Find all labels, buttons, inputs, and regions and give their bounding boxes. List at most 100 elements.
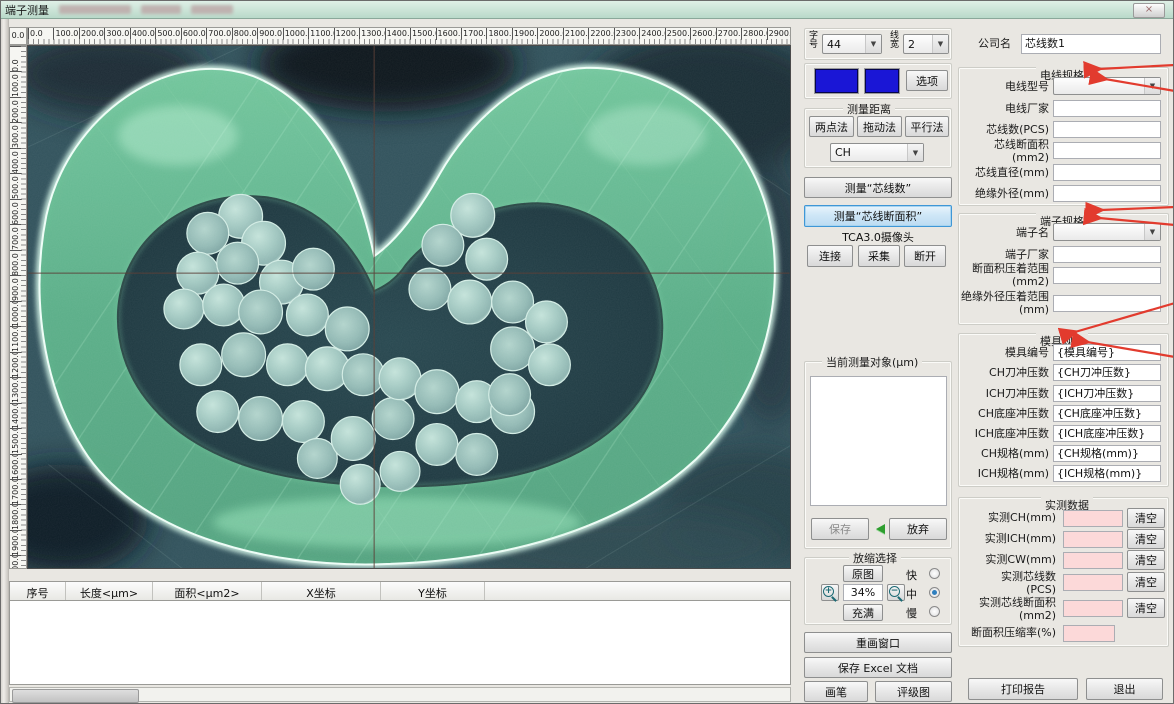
col-area[interactable]: 面积<μm2>	[153, 582, 262, 600]
measure-core-area-button[interactable]: 测量“芯线断面积”	[804, 205, 952, 227]
redacted-text	[59, 5, 131, 14]
terminal-maker-input[interactable]	[1053, 246, 1161, 263]
close-button[interactable]: ×	[1133, 3, 1165, 18]
color-swatch-2[interactable]	[865, 69, 899, 93]
h-ruler: 0.0 100.0 200.0 300.0 400.0 500.0 600.0 700.0 80…	[27, 27, 791, 45]
font-size-value: 44	[827, 37, 841, 51]
wire-maker-input[interactable]	[1053, 100, 1161, 117]
original-size-button[interactable]: 原图	[843, 565, 883, 582]
speed-slow-label: 慢	[906, 607, 917, 620]
pen-button[interactable]: 画笔	[804, 681, 868, 702]
wire-model-select[interactable]: ▼	[1053, 77, 1161, 95]
company-input[interactable]: 芯线数1	[1021, 34, 1161, 54]
ch-blade-count-input[interactable]: {CH刀冲压数}	[1053, 364, 1161, 381]
font-size-select[interactable]: 44 ▼	[822, 34, 882, 54]
v-ruler: 0.0 100.0 200.0 300.0 400.0 500.0 600.0 700.0 80…	[9, 45, 27, 569]
zoom-out-icon	[888, 585, 904, 601]
measured-core-area-input[interactable]	[1063, 600, 1123, 617]
crimp-area-range-label: 断面积压着范围 (mm2)	[972, 262, 1049, 288]
ch-spec-label: CH规格(mm)	[981, 447, 1049, 460]
insulation-od-input[interactable]	[1053, 185, 1161, 202]
measured-ch-input[interactable]	[1063, 510, 1123, 527]
parallel-method-button[interactable]: 平行法	[905, 116, 949, 137]
title-bar: 端子测量	[1, 1, 1173, 19]
disconnect-button[interactable]: 断开	[904, 245, 946, 267]
clear-ch-button[interactable]: 清空	[1127, 508, 1165, 528]
save-measure-button[interactable]: 保存	[811, 518, 869, 540]
zoom-group: 放缩选择 原图 34% 充满 快 中 慢	[804, 550, 952, 625]
crimp-area-range-input[interactable]	[1053, 267, 1161, 284]
h-scrollbar[interactable]	[9, 687, 791, 703]
options-button[interactable]: 选项	[906, 70, 948, 91]
ich-spec-input[interactable]: {ICH规格(mm)}	[1053, 465, 1161, 482]
h-scrollbar-thumb[interactable]	[12, 689, 139, 703]
compression-rate-input[interactable]	[1063, 625, 1115, 642]
discard-arrow-icon	[876, 524, 885, 534]
channel-select[interactable]: CH ▼	[830, 143, 924, 162]
zoom-out-button[interactable]	[887, 584, 905, 601]
print-report-button[interactable]: 打印报告	[968, 678, 1078, 700]
speed-medium-label: 中	[906, 588, 917, 601]
measured-cw-label: 实测CW(mm)	[985, 553, 1056, 566]
core-diameter-input[interactable]	[1053, 164, 1161, 181]
speed-fast-radio[interactable]	[929, 568, 940, 579]
capture-button[interactable]: 采集	[858, 245, 900, 267]
results-table-header: 序号 长度<μm> 面积<μm2> X坐标 Y坐标	[9, 581, 791, 601]
col-x[interactable]: X坐标	[262, 582, 381, 600]
col-length[interactable]: 长度<μm>	[66, 582, 153, 600]
connect-button[interactable]: 连接	[807, 245, 853, 267]
clear-core-area-button[interactable]: 清空	[1127, 598, 1165, 618]
grade-chart-button[interactable]: 评级图	[875, 681, 952, 702]
ch-base-count-input[interactable]: {CH底座冲压数}	[1053, 405, 1161, 422]
speed-slow-radio[interactable]	[929, 606, 940, 617]
ch-blade-count-label: CH刀冲压数	[989, 366, 1049, 379]
discard-button[interactable]: 放弃	[889, 518, 947, 540]
mold-number-input[interactable]: {模具编号}	[1053, 344, 1161, 361]
chevron-down-icon: ▼	[907, 144, 923, 161]
close-icon: ×	[1144, 4, 1154, 15]
redraw-window-button[interactable]: 重画窗口	[804, 632, 952, 653]
core-area-input[interactable]	[1053, 142, 1161, 159]
clear-core-count-button[interactable]: 清空	[1127, 572, 1165, 592]
zoom-in-button[interactable]	[821, 584, 839, 601]
clear-cw-button[interactable]: 清空	[1127, 550, 1165, 570]
core-count-label: 芯线数(PCS)	[986, 123, 1049, 136]
microscope-canvas[interactable]	[1, 5, 846, 605]
terminal-name-label: 端子名	[1016, 226, 1049, 239]
measured-ch-label: 实测CH(mm)	[988, 511, 1056, 524]
col-y[interactable]: Y坐标	[381, 582, 485, 600]
measure-distance-group: 测量距离 两点法 拖动法 平行法 CH ▼	[804, 101, 952, 168]
ich-base-count-input[interactable]: {ICH底座冲压数}	[1053, 425, 1161, 442]
ich-blade-count-label: ICH刀冲压数	[985, 387, 1049, 400]
ch-spec-input[interactable]: {CH规格(mm)}	[1053, 445, 1161, 462]
results-table-body[interactable]	[9, 601, 791, 685]
app-window: 端子测量 × 0.0 0.0 100.0 200.0 300.0 400.0 500.0 6…	[0, 0, 1174, 704]
line-width-select[interactable]: 2 ▼	[903, 34, 949, 54]
company-label: 公司名	[978, 37, 1011, 50]
save-excel-button[interactable]: 保存 Excel 文档	[804, 657, 952, 678]
ich-blade-count-input[interactable]: {ICH刀冲压数}	[1053, 385, 1161, 402]
drag-method-button[interactable]: 拖动法	[857, 116, 902, 137]
two-point-method-button[interactable]: 两点法	[809, 116, 854, 137]
chevron-down-icon: ▼	[932, 35, 948, 53]
measured-core-count-input[interactable]	[1063, 574, 1123, 591]
clear-ich-button[interactable]: 清空	[1127, 529, 1165, 549]
core-count-input[interactable]	[1053, 121, 1161, 138]
redacted-text	[141, 5, 181, 14]
current-object-listbox[interactable]	[810, 376, 947, 506]
left-grip	[1, 19, 9, 703]
speed-medium-radio[interactable]	[929, 587, 940, 598]
col-index[interactable]: 序号	[10, 582, 66, 600]
ich-spec-label: ICH规格(mm)	[977, 467, 1049, 480]
terminal-name-select[interactable]: ▼	[1053, 223, 1161, 241]
measure-core-count-button[interactable]: 测量“芯线数”	[804, 177, 952, 198]
chevron-down-icon: ▼	[1144, 224, 1160, 240]
wire-model-label: 电线型号	[1005, 80, 1049, 93]
fill-button[interactable]: 充满	[843, 604, 883, 621]
insulation-crimp-range-input[interactable]	[1053, 295, 1161, 312]
zoom-in-icon	[822, 585, 838, 601]
measured-cw-input[interactable]	[1063, 552, 1123, 569]
color-swatch-1[interactable]	[815, 69, 858, 93]
measured-ich-input[interactable]	[1063, 531, 1123, 548]
exit-button[interactable]: 退出	[1086, 678, 1163, 700]
